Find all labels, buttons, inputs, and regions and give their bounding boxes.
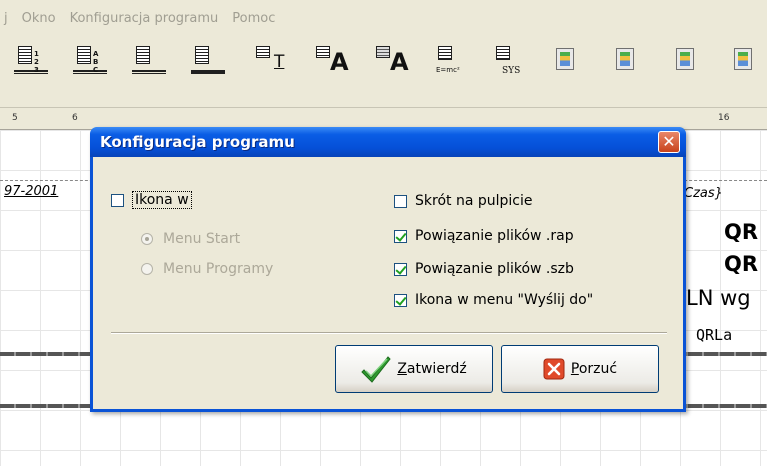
- ruler-mark: 16: [718, 113, 730, 123]
- powiazanie-szb-row[interactable]: Powiązanie plików .szb: [394, 261, 574, 277]
- config-dialog: Konfiguracja programu ✕ Ikona w Menu Sta…: [90, 127, 686, 412]
- zatwierdz-label: atwierdź: [406, 361, 467, 377]
- ruler-mark: 5: [12, 113, 18, 123]
- dialog-title: Konfiguracja programu: [100, 133, 295, 151]
- dialog-separator: [111, 332, 667, 334]
- menu-programy-radio[interactable]: [141, 263, 153, 275]
- menu-item-partial[interactable]: j: [4, 11, 8, 26]
- close-icon[interactable]: ✕: [658, 131, 680, 153]
- insert-formula-icon[interactable]: E=mc²: [434, 44, 468, 92]
- wyslij-do-checkbox[interactable]: [394, 293, 407, 307]
- menu-bar: j Okno Konfiguracja programu Pomoc: [0, 0, 767, 36]
- color-doc-extra-icon[interactable]: [730, 44, 764, 92]
- insert-label-icon[interactable]: A: [312, 44, 349, 92]
- sections-a-b-c-icon[interactable]: ABC: [73, 44, 107, 92]
- ikona-w-checkbox-row[interactable]: Ikona w: [111, 191, 192, 209]
- color-doc-plus-icon[interactable]: [612, 44, 646, 92]
- report-label[interactable]: QR: [724, 252, 758, 276]
- menu-start-radio-row[interactable]: Menu Start: [141, 231, 240, 247]
- checkmark-icon: [361, 354, 391, 384]
- skrot-pulpit-label: Skrót na pulpicie: [415, 193, 533, 209]
- menu-item-okno[interactable]: Okno: [22, 11, 56, 26]
- powiazanie-rap-row[interactable]: Powiązanie plików .rap: [394, 228, 574, 244]
- powiazanie-szb-checkbox[interactable]: [394, 262, 407, 276]
- powiazanie-rap-label: Powiązanie plików .rap: [415, 228, 574, 244]
- report-label[interactable]: LN wg: [686, 286, 751, 310]
- menu-programy-radio-row[interactable]: Menu Programy: [141, 261, 273, 277]
- insert-db-label-icon[interactable]: A: [372, 44, 409, 92]
- wyslij-do-label: Ikona w menu "Wyślij do": [415, 292, 594, 308]
- skrot-pulpit-row[interactable]: Skrót na pulpicie: [394, 193, 532, 209]
- report-time-field[interactable]: Czas}: [684, 186, 723, 201]
- powiazanie-szb-label: Powiązanie plików .szb: [415, 261, 574, 277]
- report-label[interactable]: QR: [724, 220, 758, 244]
- porzuc-button[interactable]: Porzuć: [501, 345, 659, 393]
- menu-start-radio[interactable]: [141, 233, 153, 245]
- toolbar: 123 ABC T A A E=mc² SYS: [0, 36, 767, 108]
- insert-system-field-icon[interactable]: SYS: [492, 44, 526, 92]
- wyslij-do-row[interactable]: Ikona w menu "Wyślij do": [394, 292, 593, 308]
- color-doc-icon[interactable]: [552, 44, 586, 92]
- menu-programy-label: Menu Programy: [163, 261, 274, 277]
- report-bottom-icon[interactable]: [132, 44, 166, 92]
- ruler-mark: 6: [72, 113, 78, 123]
- menu-item-konfiguracja[interactable]: Konfiguracja programu: [70, 11, 219, 26]
- skrot-pulpit-checkbox[interactable]: [394, 194, 407, 208]
- sections-1-2-3-icon[interactable]: 123: [14, 44, 48, 92]
- insert-text-icon[interactable]: T: [252, 44, 286, 92]
- report-date-field[interactable]: 97-2001: [4, 184, 58, 199]
- zatwierdz-accel: Z: [397, 361, 407, 377]
- porzuc-accel: P: [570, 361, 579, 377]
- color-doc-lines-icon[interactable]: [672, 44, 706, 92]
- menu-start-label: Menu Start: [163, 231, 241, 247]
- ikona-w-label: Ikona w: [132, 191, 192, 209]
- report-band-icon[interactable]: [191, 44, 225, 92]
- cancel-x-icon: [543, 358, 565, 380]
- menu-item-pomoc[interactable]: Pomoc: [232, 11, 275, 26]
- powiazanie-rap-checkbox[interactable]: [394, 229, 407, 243]
- dialog-titlebar[interactable]: Konfiguracja programu ✕: [90, 127, 686, 157]
- zatwierdz-button[interactable]: Zatwierdź: [335, 345, 493, 393]
- report-label[interactable]: QRLa: [696, 326, 732, 344]
- porzuc-label: orzuć: [578, 361, 618, 377]
- ikona-w-checkbox[interactable]: [111, 193, 124, 207]
